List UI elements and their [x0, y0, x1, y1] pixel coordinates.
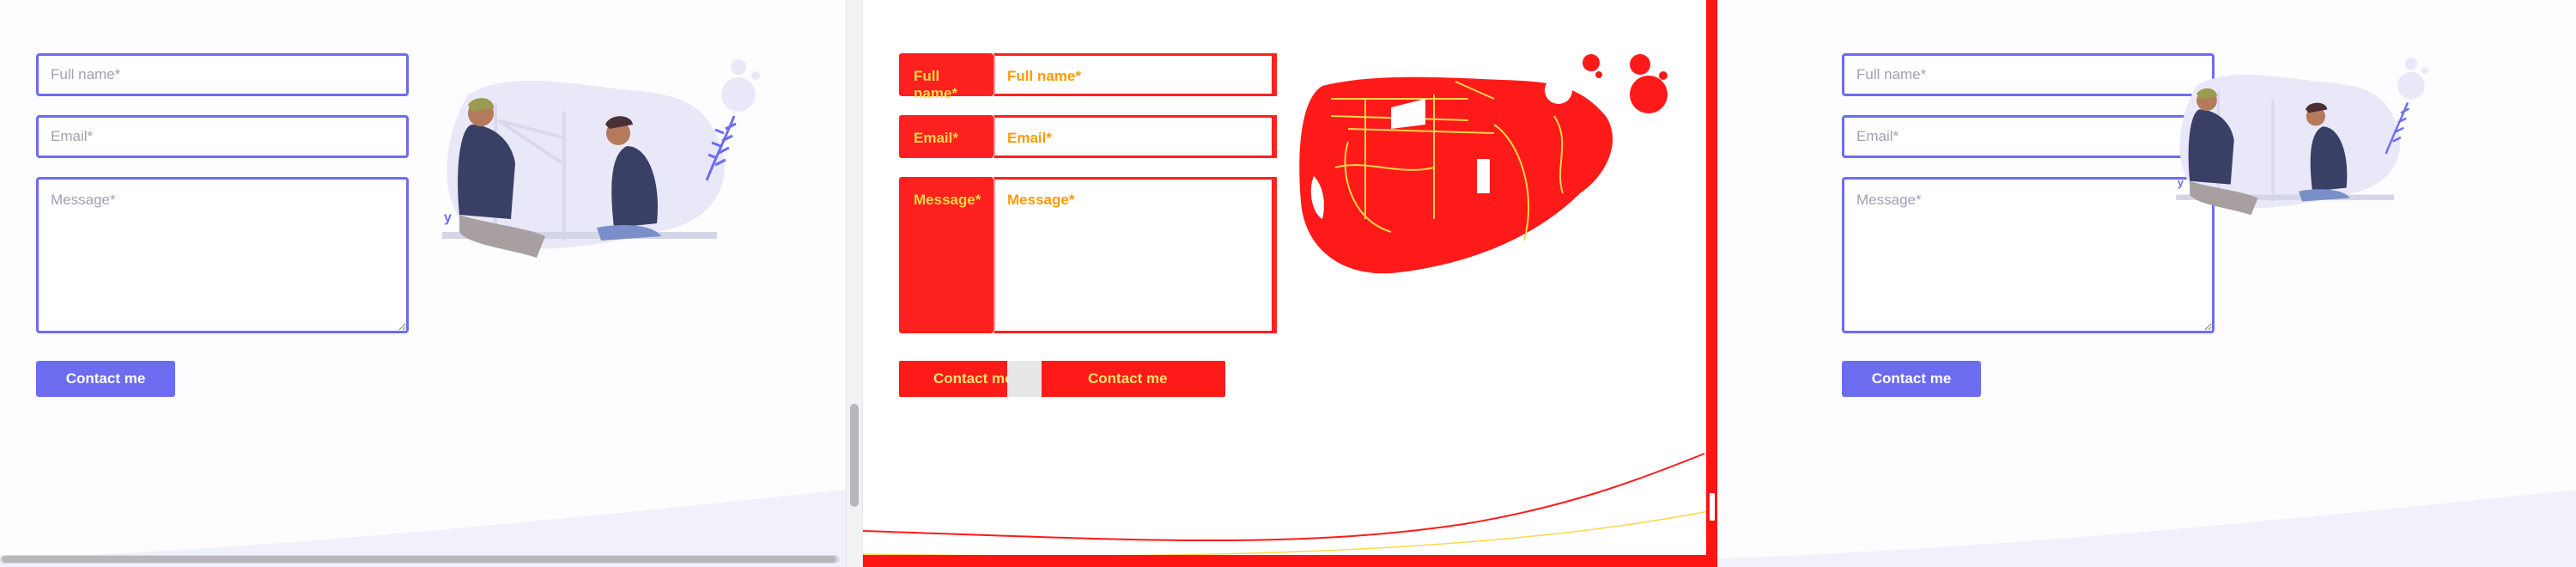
message-field[interactable] [1842, 177, 2215, 333]
panel-original: Contact me y [0, 0, 846, 567]
svg-text:y: y [2178, 177, 2184, 189]
people-meeting-illustration: y [2176, 58, 2428, 216]
diff-button-gap [1007, 361, 1042, 397]
diff-horizontal-bar [863, 555, 1717, 567]
diff-email-label: Email* [899, 115, 993, 158]
contact-form-right: Contact me [1842, 53, 2215, 397]
full-name-field[interactable] [36, 53, 409, 96]
diff-message-field: Message* [993, 177, 1277, 333]
contact-form: Contact me [36, 53, 409, 397]
diff-full-name-field: Full name* [993, 53, 1277, 96]
contact-me-button[interactable]: Contact me [1842, 361, 1981, 397]
background-wave-right [1717, 490, 2576, 567]
diff-illustration [1299, 54, 1668, 274]
panel-candidate: Contact me y [1717, 0, 2576, 567]
contact-me-button[interactable]: Contact me [36, 361, 175, 397]
message-field[interactable] [36, 177, 409, 333]
panel-diff: Full name* Full name* Email* Email* Mess… [863, 0, 1717, 567]
panel-divider[interactable] [846, 0, 863, 567]
diff-full-name-label: Full name* [899, 53, 993, 101]
diff-vertical-bar [1706, 0, 1717, 567]
diff-scroll-thumb [1708, 491, 1716, 522]
comparison-view: Contact me y Full [0, 0, 2576, 567]
full-name-field[interactable] [1842, 53, 2215, 96]
horizontal-scrollbar[interactable] [0, 555, 840, 564]
svg-text:y: y [444, 210, 452, 225]
vertical-scrollbar-thumb[interactable] [850, 404, 859, 507]
people-meeting-illustration: y [442, 59, 760, 258]
horizontal-scrollbar-thumb[interactable] [2, 556, 836, 563]
email-field[interactable] [1842, 115, 2215, 158]
diff-button-new-label: Contact me [1088, 370, 1168, 387]
diff-email-field: Email* [993, 115, 1277, 158]
email-field[interactable] [36, 115, 409, 158]
diff-wave [863, 453, 1710, 557]
diff-message-label: Message* [899, 177, 993, 333]
